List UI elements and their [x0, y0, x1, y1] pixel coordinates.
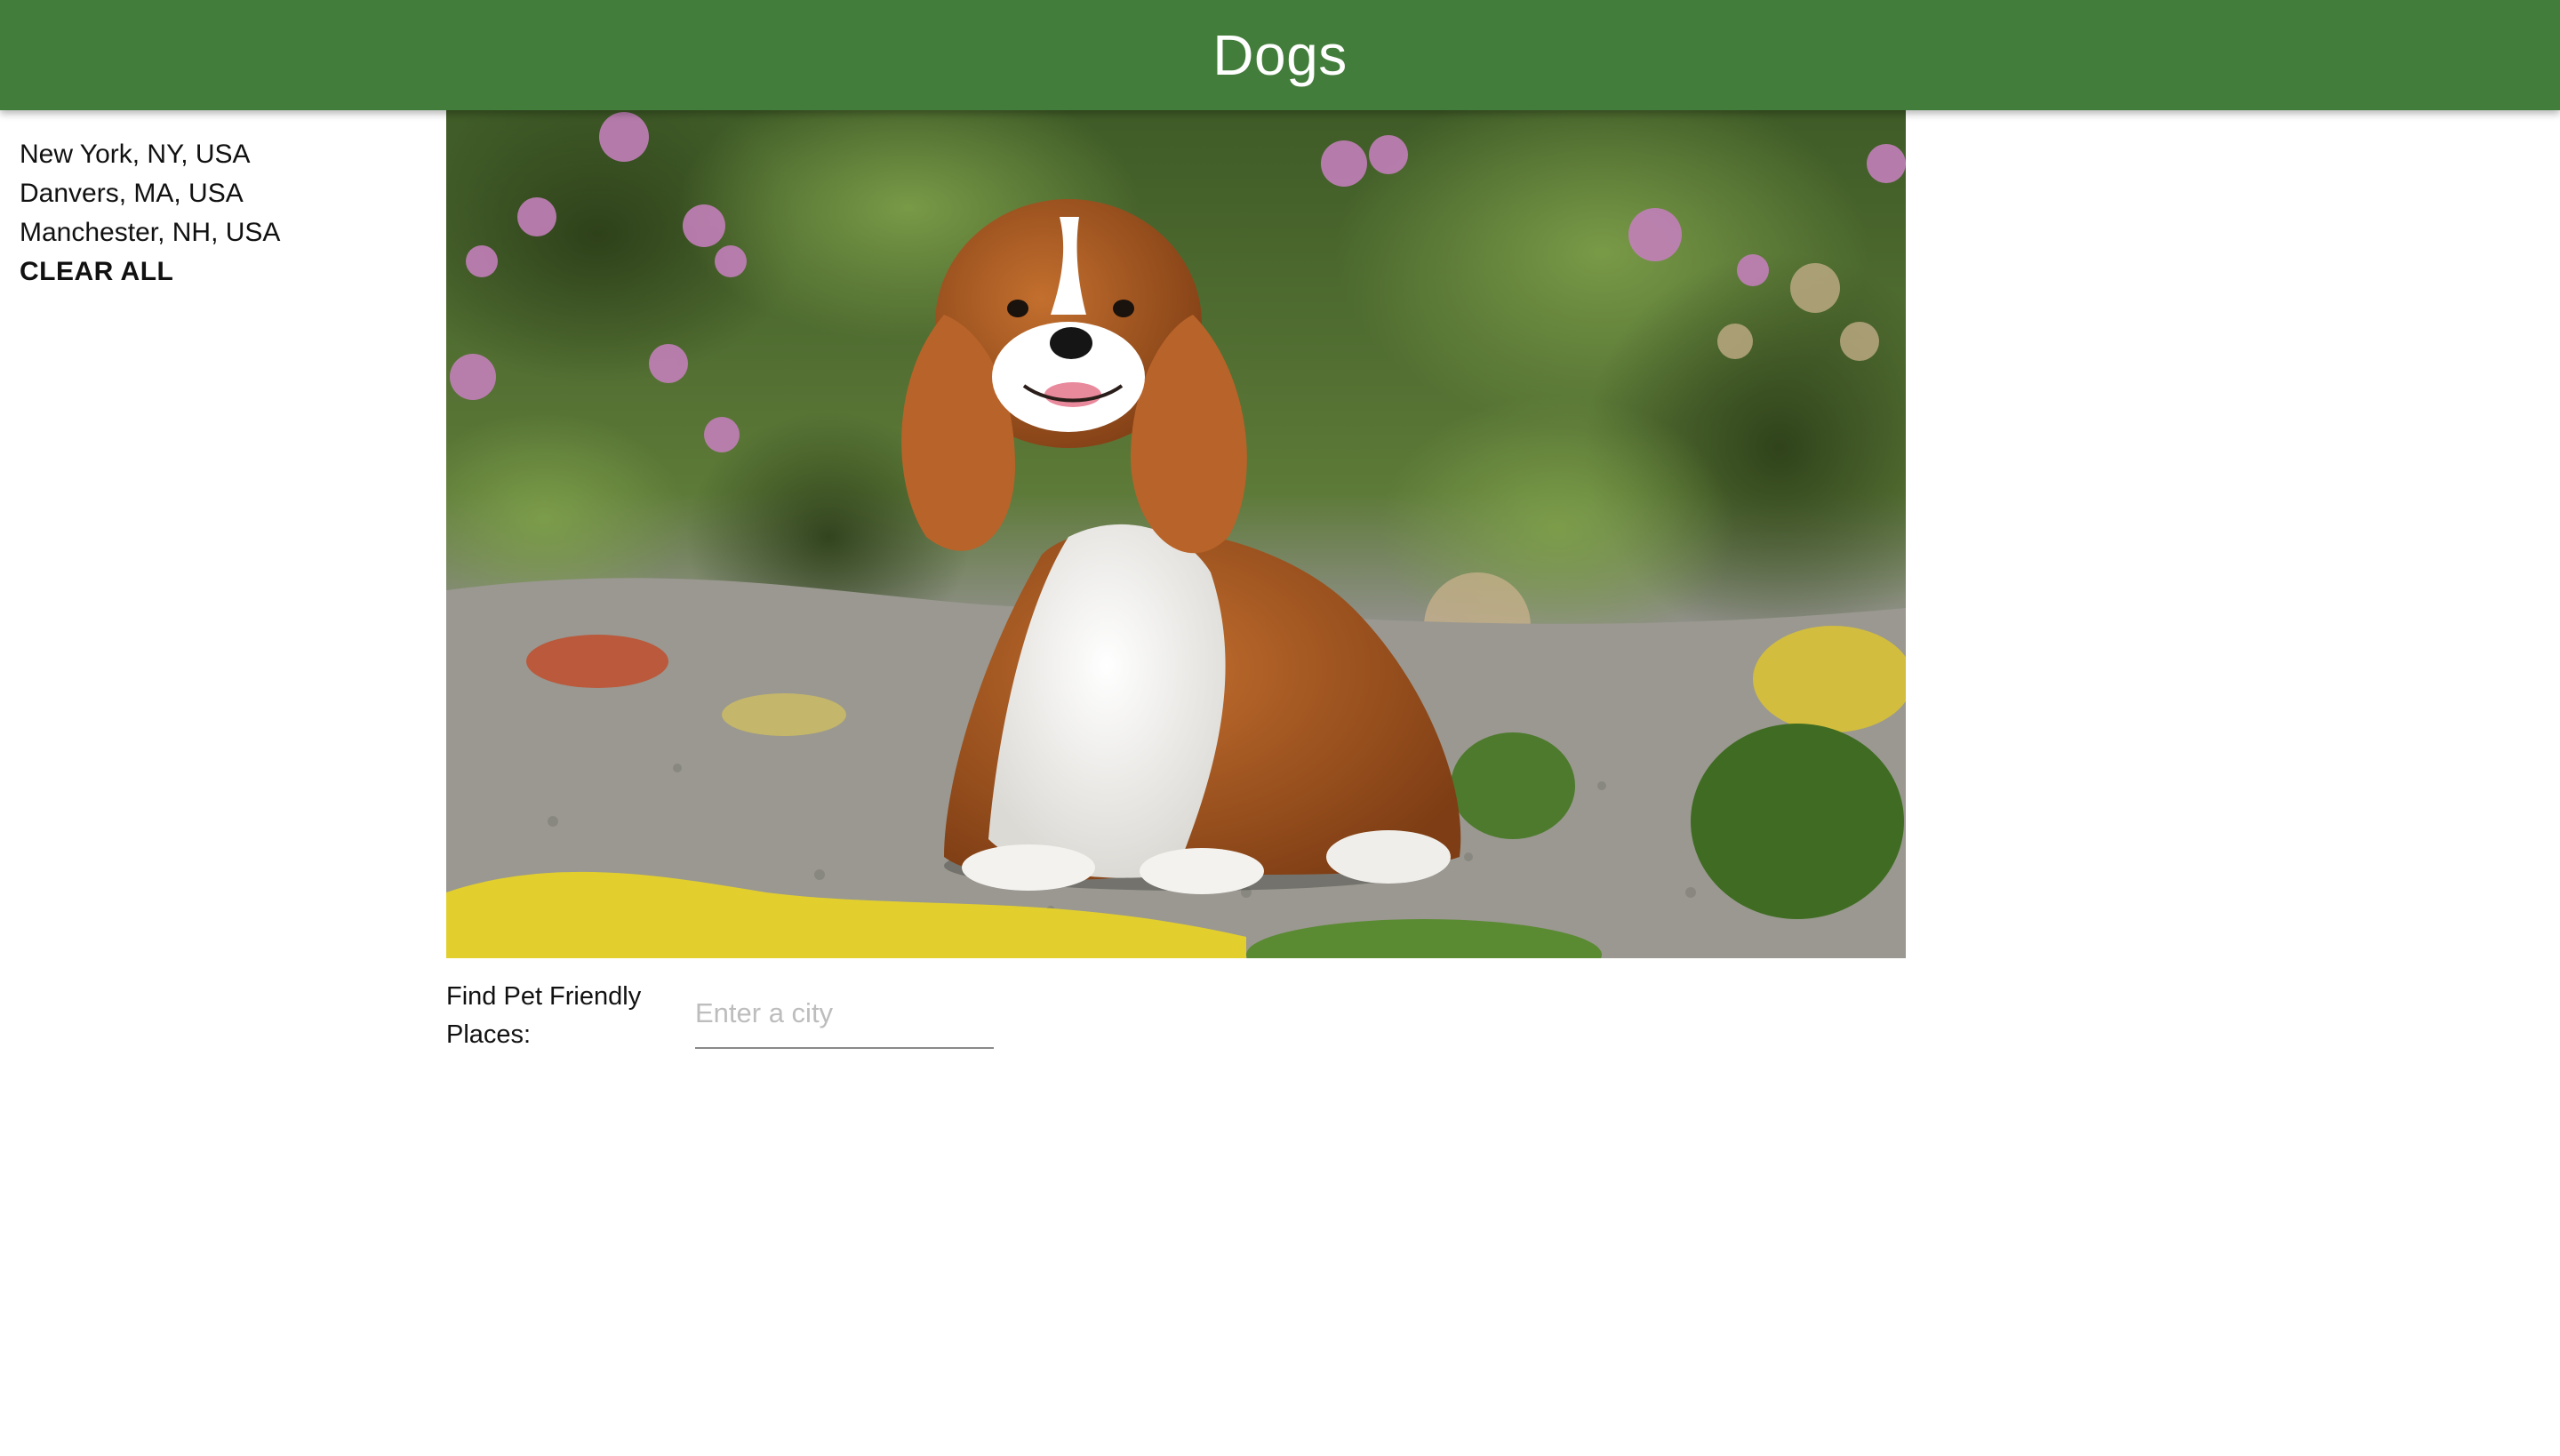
saved-cities-sidebar: New York, NY, USA Danvers, MA, USA Manch… [20, 135, 411, 292]
search-label: Find Pet Friendly Places: [446, 982, 642, 1049]
saved-city-item[interactable]: Manchester, NH, USA [20, 213, 411, 252]
dog-photo [446, 110, 1906, 958]
page-title: Dogs [1212, 23, 1348, 87]
city-search-input[interactable] [695, 980, 994, 1049]
app-header: Dogs [0, 0, 2560, 110]
saved-city-item[interactable]: Danvers, MA, USA [20, 174, 411, 213]
saved-city-item[interactable]: New York, NY, USA [20, 135, 411, 174]
clear-all-button[interactable]: CLEAR ALL [20, 252, 411, 292]
